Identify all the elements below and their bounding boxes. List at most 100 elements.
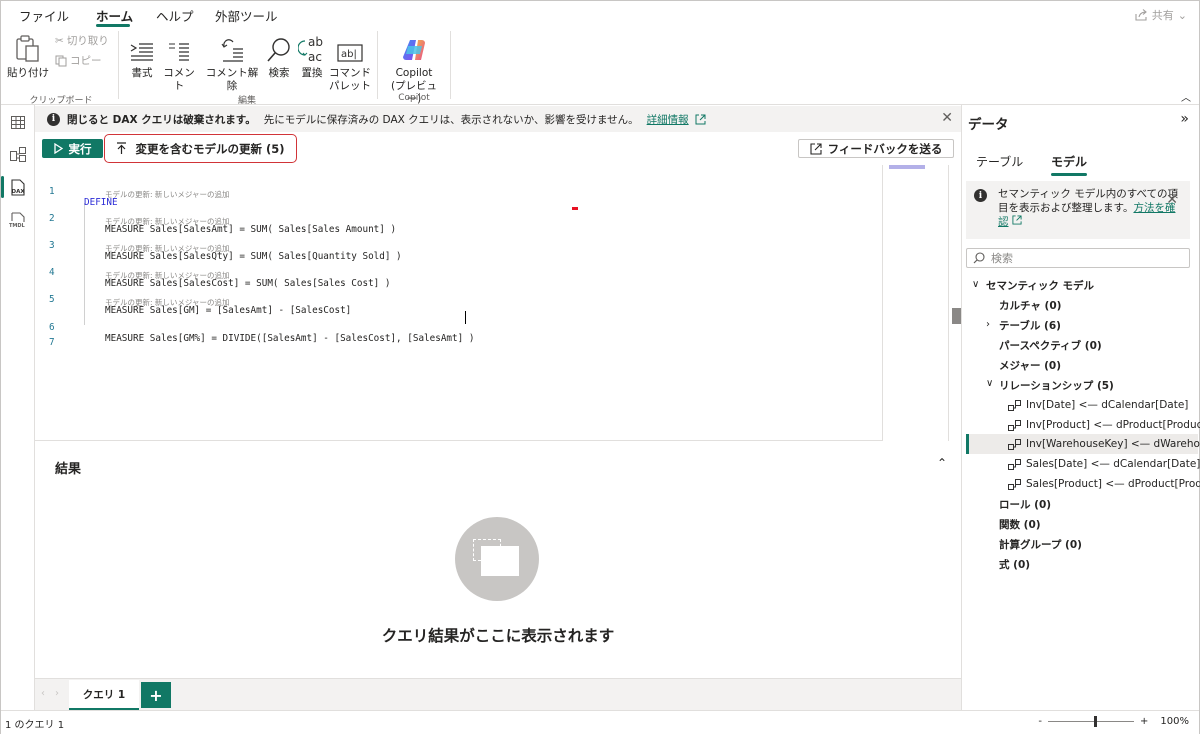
codelens-hint[interactable]: モデルの更新: 新しいメジャーの追加 (105, 297, 230, 308)
tree-relationship-item[interactable]: Sales[Product] <— dProduct[Produ... (1008, 475, 1200, 493)
share-button[interactable]: 共有 ⌄ (1135, 7, 1187, 23)
menu-external-tools[interactable]: 外部ツール (215, 6, 278, 25)
scissors-icon: ✂ (55, 34, 64, 47)
run-button[interactable]: 実行 (42, 139, 103, 158)
share-label: 共有 (1151, 9, 1174, 22)
dax-query-view-button[interactable]: DAX (1, 172, 35, 202)
tree-calculation-groups[interactable]: 計算グループ (0) (999, 535, 1082, 553)
code-line: 5 MEASURE Sales[GM] = [SalesAmt] - [Sale… (35, 283, 351, 316)
tmdl-view-button[interactable]: TMDL (1, 205, 35, 235)
text-cursor (465, 311, 466, 324)
tree-perspectives[interactable]: パースペクティブ (0) (999, 336, 1102, 354)
chevron-right-icon[interactable]: › (986, 319, 990, 330)
zoom-slider-thumb[interactable] (1094, 716, 1098, 727)
format-icon (129, 33, 155, 63)
command-palette-label-1: コマンド (329, 67, 371, 79)
table-view-button[interactable] (1, 107, 35, 137)
code-line: 1 DEFINE (35, 175, 118, 208)
relationship-icon (1008, 419, 1021, 431)
tree-tables[interactable]: テーブル (6) (999, 316, 1061, 334)
learn-more-link[interactable]: 詳細情報 (647, 112, 689, 127)
tree-roles[interactable]: ロール (0) (999, 495, 1051, 513)
model-view-icon (10, 146, 26, 162)
tree-relationship-item-selected[interactable]: Inv[WarehouseKey] <— dWarehous... (1008, 435, 1200, 453)
uncomment-button[interactable]: コメント解除 (201, 33, 263, 93)
arrow-up-icon (117, 142, 127, 154)
search-input[interactable]: 検索 (966, 248, 1190, 268)
tree-relationship-item[interactable]: Inv[Date] <— dCalendar[Date] (1008, 396, 1188, 414)
code-line: 3 MEASURE Sales[SalesQty] = SUM( Sales[Q… (35, 229, 402, 262)
minimap[interactable] (882, 165, 948, 441)
codelens-hint[interactable]: モデルの更新: 新しいメジャーの追加 (105, 270, 230, 281)
command-palette-button[interactable]: ab| コマンド パレット (329, 33, 371, 93)
format-label: 書式 (131, 67, 153, 79)
copilot-label-1: Copilot (395, 67, 433, 79)
zoom-out-button[interactable]: - (1038, 716, 1042, 727)
collapse-pane-icon[interactable]: » (1180, 111, 1189, 127)
tab-table[interactable]: テーブル (976, 153, 1023, 170)
add-query-button[interactable]: + (141, 682, 171, 708)
collapse-ribbon-icon[interactable]: ︿ (1181, 89, 1191, 104)
line-number: 1 (49, 186, 55, 197)
paste-button[interactable]: 貼り付け (7, 33, 49, 80)
chevron-down-icon[interactable]: ∨ (986, 378, 993, 389)
copilot-icon (401, 33, 427, 63)
tree-measures[interactable]: メジャー (0) (999, 356, 1061, 374)
feedback-button[interactable]: フィードバックを送る (798, 139, 954, 158)
scrollbar-thumb[interactable] (952, 308, 961, 324)
svg-text:ab: ab (308, 35, 323, 49)
tab-scroll-right-icon[interactable]: › (55, 688, 59, 699)
tab-active-indicator (1051, 173, 1087, 176)
menu-file[interactable]: ファイル (19, 6, 69, 25)
view-rail: DAX TMDL (1, 105, 35, 710)
dax-editor[interactable]: 1 DEFINE モデルの更新: 新しいメジャーの追加 2 MEASURE Sa… (35, 165, 961, 441)
info-bar: i 閉じると DAX クエリは破棄されます。 先にモデルに保存済みの DAX ク… (35, 106, 961, 132)
codelens-hint[interactable]: モデルの更新: 新しいメジャーの追加 (105, 189, 230, 200)
search-icon (266, 33, 292, 63)
tree-relationship-item[interactable]: Sales[Date] <— dCalendar[Date] (1008, 455, 1200, 473)
model-view-button[interactable] (1, 139, 35, 169)
zoom-in-button[interactable]: + (1140, 716, 1148, 727)
codelens-hint[interactable]: モデルの更新: 新しいメジャーの追加 (105, 216, 230, 227)
relationship-label: Sales[Product] <— dProduct[Produ... (1026, 478, 1200, 490)
codelens-hint[interactable]: モデルの更新: 新しいメジャーの追加 (105, 243, 230, 254)
tree-relationships[interactable]: リレーションシップ (5) (999, 376, 1114, 394)
update-model-button[interactable]: 変更を含むモデルの更新 (5) (104, 134, 297, 163)
copilot-group-label: Copilot (398, 93, 430, 103)
chevron-down-icon[interactable]: ∨ (972, 279, 979, 290)
editor-scrollbar[interactable] (948, 165, 961, 441)
tree-expressions[interactable]: 式 (0) (999, 555, 1030, 573)
app-window: ファイル ホーム ヘルプ 外部ツール 共有 ⌄ 貼り付け ✂ 切り取り コピー … (0, 0, 1200, 734)
search-icon (973, 252, 985, 264)
dax-query-icon: DAX (11, 178, 25, 196)
ribbon: 貼り付け ✂ 切り取り コピー クリップボード 書式 コメント コメント解除 検… (1, 27, 1199, 106)
menu-help[interactable]: ヘルプ (156, 6, 194, 25)
feedback-label: フィードバックを送る (827, 141, 943, 156)
relationship-label: Inv[Date] <— dCalendar[Date] (1026, 399, 1189, 411)
tree-relationship-item[interactable]: Inv[Product] <— dProduct[Product] (1008, 416, 1200, 434)
tab-model[interactable]: モデル (1051, 153, 1087, 170)
cut-button[interactable]: ✂ 切り取り (55, 33, 109, 48)
collapse-results-icon[interactable]: ⌃ (937, 456, 947, 470)
zoom-slider[interactable] (1048, 716, 1135, 727)
data-pane: データ » テーブル モデル i セマンティック モデル内のすべての項目を表示お… (961, 105, 1200, 710)
format-button[interactable]: 書式 (127, 33, 157, 80)
zoom-level: 100% (1160, 716, 1189, 727)
tab-query-1[interactable]: クエリ 1 (69, 680, 139, 710)
chevron-down-icon: ⌄ (1177, 8, 1187, 22)
tab-scroll-left-icon[interactable]: ‹ (41, 688, 45, 699)
copy-button[interactable]: コピー (55, 53, 102, 68)
find-button[interactable]: 検索 (265, 33, 293, 80)
menu-home[interactable]: ホーム (96, 6, 133, 25)
tree-functions[interactable]: 関数 (0) (999, 515, 1041, 533)
comment-button[interactable]: コメント (159, 33, 199, 93)
replace-button[interactable]: ab ac 置換 (297, 33, 327, 80)
close-icon[interactable]: ✕ (941, 110, 953, 126)
tree-cultures[interactable]: カルチャ (0) (999, 296, 1061, 314)
close-icon[interactable]: ✕ (1166, 193, 1178, 207)
tree-semantic-model[interactable]: セマンティック モデル (986, 276, 1094, 294)
svg-text:TMDL: TMDL (9, 223, 26, 229)
model-info-note: i セマンティック モデル内のすべての項目を表示および整理します。方法を確認 ✕ (966, 181, 1190, 239)
code-line: 4 MEASURE Sales[SalesCost] = SUM( Sales[… (35, 256, 390, 289)
replace-label: 置換 (301, 67, 323, 79)
